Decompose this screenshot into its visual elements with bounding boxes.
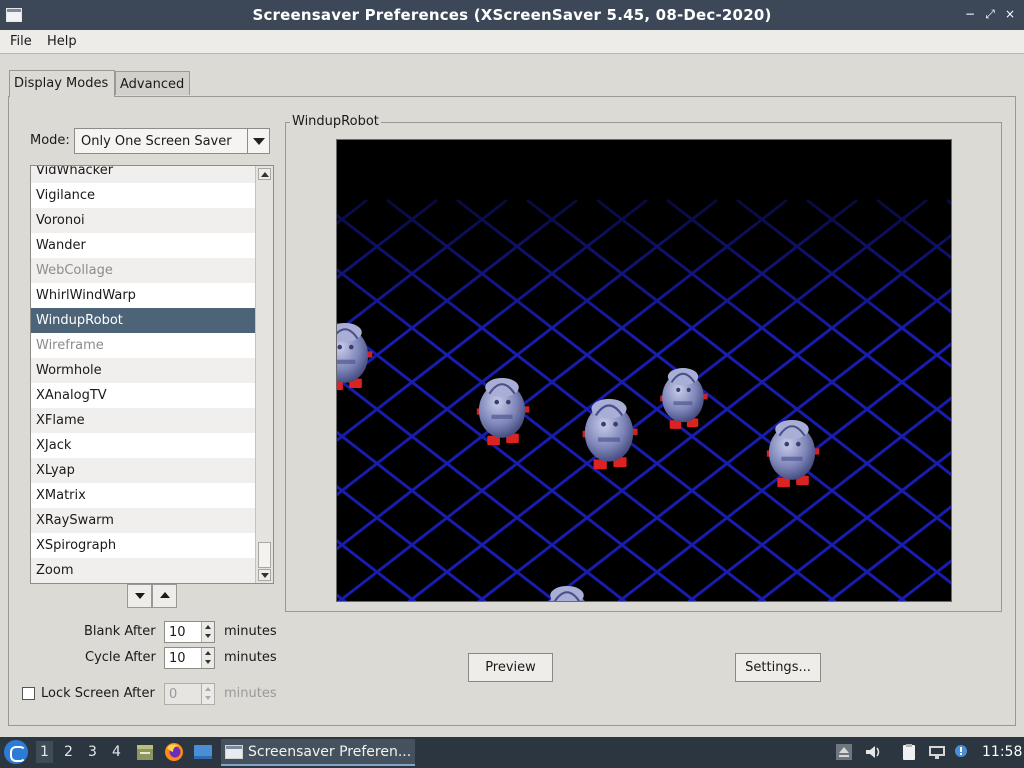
scroll-up-arrow-icon[interactable] xyxy=(258,168,271,180)
lock-after-spinner: 0 xyxy=(164,683,215,705)
blank-after-unit: minutes xyxy=(224,624,277,639)
windup-robot-preview-image xyxy=(337,140,951,601)
list-item[interactable]: XMatrix xyxy=(31,483,255,508)
scroll-down-arrow-icon[interactable] xyxy=(258,569,271,581)
eject-icon[interactable] xyxy=(835,743,853,761)
list-item[interactable]: WindupRobot xyxy=(31,308,255,333)
spinner-arrows-icon[interactable] xyxy=(201,622,214,642)
list-item[interactable]: XSpirograph xyxy=(31,533,255,558)
previous-screensaver-button[interactable] xyxy=(152,584,177,608)
list-item[interactable]: Voronoi xyxy=(31,208,255,233)
list-item[interactable]: WebCollage xyxy=(31,258,255,283)
taskbar-window-screensaver[interactable]: Screensaver Preferen... xyxy=(221,739,415,766)
taskbar: 1 2 3 4 Screensaver Preferen... 11:58 xyxy=(0,737,1024,768)
workspace-2[interactable]: 2 xyxy=(64,744,73,760)
preview-frame-label: WindupRobot xyxy=(290,114,381,129)
desktop-icon[interactable] xyxy=(193,742,213,762)
list-item[interactable]: Wander xyxy=(31,233,255,258)
cycle-after-value[interactable]: 10 xyxy=(169,651,186,666)
menu-file[interactable]: File xyxy=(10,34,32,49)
list-item[interactable]: Wormhole xyxy=(31,358,255,383)
title-bar[interactable]: Screensaver Preferences (XScreenSaver 5.… xyxy=(0,0,1024,30)
next-screensaver-button[interactable] xyxy=(127,584,152,608)
minimize-button[interactable]: − xyxy=(962,6,978,22)
list-scrollbar[interactable] xyxy=(255,166,273,583)
workspace-3[interactable]: 3 xyxy=(88,744,97,760)
blank-after-value[interactable]: 10 xyxy=(169,625,186,640)
volume-icon[interactable] xyxy=(864,743,882,761)
tab-display-modes[interactable]: Display Modes xyxy=(9,70,115,97)
chevron-down-icon[interactable] xyxy=(247,129,269,153)
scrollbar-thumb[interactable] xyxy=(258,542,271,568)
spinner-arrows-icon[interactable] xyxy=(201,648,214,668)
blank-after-spinner[interactable]: 10 xyxy=(164,621,215,643)
network-icon[interactable] xyxy=(928,743,946,761)
preview-screen xyxy=(336,139,952,602)
window-icon xyxy=(225,745,243,759)
file-manager-icon[interactable] xyxy=(135,742,155,762)
list-item[interactable]: XLyap xyxy=(31,458,255,483)
menu-bar: File Help xyxy=(0,30,1024,54)
list-item[interactable]: Wireframe xyxy=(31,333,255,358)
lock-after-unit: minutes xyxy=(224,686,277,701)
menu-help[interactable]: Help xyxy=(47,34,77,49)
arrow-down-icon xyxy=(135,593,145,599)
start-menu-icon[interactable] xyxy=(4,740,28,764)
list-item[interactable]: XRaySwarm xyxy=(31,508,255,533)
cycle-after-spinner[interactable]: 10 xyxy=(164,647,215,669)
notification-icon[interactable] xyxy=(953,743,971,761)
lock-screen-checkbox[interactable] xyxy=(22,687,35,700)
list-item[interactable]: Zoom xyxy=(31,558,255,583)
maximize-button[interactable]: ⤢ xyxy=(982,6,998,22)
mode-dropdown-value: Only One Screen Saver xyxy=(81,134,232,149)
list-item[interactable]: VidWhacker xyxy=(31,166,255,183)
preview-button[interactable]: Preview xyxy=(468,653,553,682)
workspace-1[interactable]: 1 xyxy=(36,741,53,763)
list-item[interactable]: XAnalogTV xyxy=(31,383,255,408)
spinner-arrows-icon xyxy=(201,684,214,704)
list-item[interactable]: XFlame xyxy=(31,408,255,433)
clock[interactable]: 11:58 xyxy=(982,744,1022,760)
clipboard-icon[interactable] xyxy=(900,743,918,761)
list-item[interactable]: Vigilance xyxy=(31,183,255,208)
lock-screen-label[interactable]: Lock Screen After xyxy=(41,686,155,701)
mode-dropdown[interactable]: Only One Screen Saver xyxy=(74,128,270,154)
screensaver-list[interactable]: VidWhacker Vigilance Voronoi Wander WebColla… xyxy=(30,165,274,584)
list-item[interactable]: XJack xyxy=(31,433,255,458)
blank-after-label: Blank After xyxy=(84,624,156,639)
close-button[interactable]: × xyxy=(1002,6,1018,22)
lock-after-value: 0 xyxy=(169,687,178,702)
cycle-after-label: Cycle After xyxy=(85,650,156,665)
task-title: Screensaver Preferen... xyxy=(248,744,412,760)
cycle-after-unit: minutes xyxy=(224,650,277,665)
list-item[interactable]: WhirlWindWarp xyxy=(31,283,255,308)
window-title: Screensaver Preferences (XScreenSaver 5.… xyxy=(252,6,772,24)
arrow-up-icon xyxy=(160,592,170,598)
settings-button[interactable]: Settings... xyxy=(735,653,821,682)
mode-label: Mode: xyxy=(30,133,70,148)
firefox-icon[interactable] xyxy=(164,742,184,762)
workspace-4[interactable]: 4 xyxy=(112,744,121,760)
tab-advanced[interactable]: Advanced xyxy=(115,71,190,95)
